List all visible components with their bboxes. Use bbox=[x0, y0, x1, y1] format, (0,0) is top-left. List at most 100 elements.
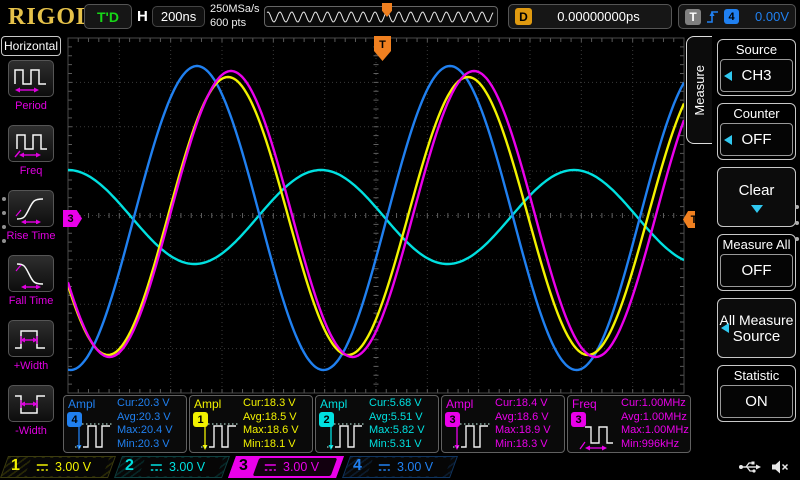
period-label: Period bbox=[15, 100, 47, 112]
acquisition-info: 250MSa/s 600 pts bbox=[210, 2, 260, 30]
dc-coupling-icon bbox=[36, 463, 49, 472]
source-value: CH3 bbox=[741, 67, 771, 84]
channel-value-box: 3.00 V bbox=[25, 458, 110, 476]
left-triangle-icon bbox=[724, 135, 732, 145]
trigger-status-indicator: T'D bbox=[84, 4, 132, 29]
delay-readout: D 0.00000000ps bbox=[508, 4, 672, 29]
all-measure-line1: All Measure bbox=[720, 312, 794, 328]
dc-coupling-icon bbox=[150, 463, 163, 472]
channel-value-box: 3.00 V bbox=[139, 458, 224, 476]
amplitude-icon bbox=[451, 417, 493, 451]
amplitude-icon bbox=[73, 417, 115, 451]
neg-width-button[interactable] bbox=[8, 385, 54, 422]
channel-number: 2 bbox=[125, 457, 134, 475]
memory-depth: 600 pts bbox=[210, 16, 260, 30]
menu-item-period[interactable]: Period bbox=[0, 58, 62, 123]
thumbnail-wave bbox=[265, 7, 495, 26]
measurement-freq-ch3: Freq 3 Cur:1.00MHz Avg:1.00MHz Max:1.00M… bbox=[567, 395, 691, 453]
dc-coupling-icon bbox=[378, 463, 391, 472]
statistic-header: Statistic bbox=[720, 367, 793, 385]
neg-width-label: -Width bbox=[15, 425, 47, 437]
left-menu-page-dots bbox=[2, 197, 6, 243]
measurement-ampl-ch1: Ampl 1 Cur:18.3 V Avg:18.5 V Max:18.6 V … bbox=[189, 395, 313, 453]
menu-item-rise-time[interactable]: Rise Time bbox=[0, 188, 62, 253]
channel-value-box: 3.00 V bbox=[253, 458, 338, 476]
measure-tab[interactable]: Measure bbox=[686, 36, 712, 144]
frequency-icon bbox=[577, 417, 619, 451]
measurement-statistics-bar: Ampl 4 Cur:20.3 V Avg:20.3 V Max:20.4 V … bbox=[62, 395, 700, 455]
statistic-value: ON bbox=[745, 393, 768, 410]
measure-menu-panel: Measure Source CH3 Counter OFF Clear Mea… bbox=[695, 33, 800, 455]
menu-item-freq[interactable]: Freq bbox=[0, 123, 62, 188]
measure-all-header: Measure All bbox=[720, 236, 793, 254]
trigger-level-value: 0.00V bbox=[744, 9, 789, 24]
measurement-type-label: Ampl bbox=[446, 397, 473, 411]
left-menu-title: Horizontal bbox=[1, 36, 61, 56]
channel-number: 3 bbox=[239, 457, 248, 475]
fall-time-icon bbox=[12, 259, 50, 289]
speaker-mute-icon bbox=[770, 458, 790, 476]
horizontal-timebase: H 200ns bbox=[137, 4, 207, 29]
usb-icon bbox=[738, 458, 762, 476]
all-measure-line2: Source bbox=[733, 328, 781, 345]
freq-icon bbox=[12, 129, 50, 159]
channel-4-status[interactable]: 4 3.00 V bbox=[346, 456, 454, 478]
measurement-values: Cur:18.3 V Avg:18.5 V Max:18.6 V Min:18.… bbox=[243, 397, 299, 451]
measurement-type-label: Freq bbox=[572, 397, 597, 411]
fall-time-label: Fall Time bbox=[9, 295, 54, 307]
left-triangle-icon bbox=[724, 71, 732, 81]
waveform-overview-thumbnail bbox=[264, 6, 498, 27]
measurement-ampl-ch4: Ampl 4 Cur:20.3 V Avg:20.3 V Max:20.4 V … bbox=[63, 395, 187, 453]
delay-value: 0.00000000ps bbox=[532, 9, 665, 24]
dc-coupling-icon bbox=[264, 463, 277, 472]
channel-scale: 3.00 V bbox=[397, 460, 433, 474]
menu-item-pos-width[interactable]: +Width bbox=[0, 318, 62, 383]
freq-button[interactable] bbox=[8, 125, 54, 162]
all-measure-source-button[interactable]: All Measure Source bbox=[717, 298, 796, 358]
channel-status-bar: 1 3.00 V 2 3.00 V 3 3.00 V bbox=[0, 455, 800, 480]
measurement-values: Cur:1.00MHz Avg:1.00MHz Max:1.00MHz Min:… bbox=[621, 397, 689, 451]
h-label: H bbox=[137, 8, 148, 25]
channel-3-status[interactable]: 3 3.00 V bbox=[232, 456, 340, 478]
channel-value-box: 3.00 V bbox=[367, 458, 452, 476]
period-icon bbox=[12, 64, 50, 94]
neg-width-icon bbox=[12, 389, 50, 419]
counter-value: OFF bbox=[742, 131, 772, 148]
measurement-values: Cur:18.4 V Avg:18.6 V Max:18.9 V Min:18.… bbox=[495, 397, 551, 451]
statistic-button[interactable]: ON bbox=[720, 385, 793, 418]
measurement-values: Cur:5.68 V Avg:5.51 V Max:5.82 V Min:5.3… bbox=[369, 397, 425, 451]
rise-time-label: Rise Time bbox=[7, 230, 56, 242]
source-button[interactable]: CH3 bbox=[720, 59, 793, 92]
channel-1-status[interactable]: 1 3.00 V bbox=[4, 456, 112, 478]
graticule-and-waves bbox=[62, 33, 695, 395]
delay-badge: D bbox=[515, 8, 532, 25]
channel-scale: 3.00 V bbox=[283, 460, 319, 474]
measure-tab-label: Measure bbox=[692, 65, 707, 116]
trigger-source-badge: 4 bbox=[724, 9, 739, 24]
measurement-type-label: Ampl bbox=[320, 397, 347, 411]
source-header: Source bbox=[720, 41, 793, 59]
source-group: Source CH3 bbox=[717, 39, 796, 96]
system-icons bbox=[738, 458, 790, 476]
channel-scale: 3.00 V bbox=[169, 460, 205, 474]
fall-time-button[interactable] bbox=[8, 255, 54, 292]
amplitude-icon bbox=[325, 417, 367, 451]
channel-number: 4 bbox=[353, 457, 362, 475]
measure-all-button[interactable]: OFF bbox=[720, 254, 793, 287]
channel-2-status[interactable]: 2 3.00 V bbox=[118, 456, 226, 478]
clear-label: Clear bbox=[739, 182, 775, 199]
waveform-display: T 3 T bbox=[62, 33, 695, 395]
measurement-type-label: Ampl bbox=[68, 397, 95, 411]
measure-all-group: Measure All OFF bbox=[717, 234, 796, 291]
amplitude-icon bbox=[199, 417, 241, 451]
menu-item-neg-width[interactable]: -Width bbox=[0, 383, 62, 448]
clear-button[interactable]: Clear bbox=[717, 167, 796, 227]
rising-edge-icon bbox=[706, 9, 719, 24]
menu-item-fall-time[interactable]: Fall Time bbox=[0, 253, 62, 318]
left-triangle-icon bbox=[721, 323, 729, 333]
statistic-group: Statistic ON bbox=[717, 365, 796, 422]
pos-width-button[interactable] bbox=[8, 320, 54, 357]
rise-time-button[interactable] bbox=[8, 190, 54, 227]
period-button[interactable] bbox=[8, 60, 54, 97]
counter-button[interactable]: OFF bbox=[720, 123, 793, 156]
